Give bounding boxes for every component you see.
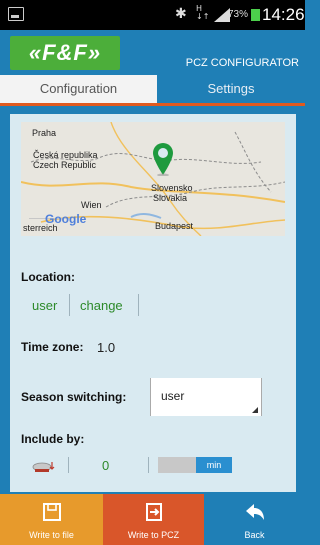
location-pin-icon [153,143,173,176]
action-bar: Write to file Write to PCZ Back [0,494,305,545]
status-bar: ✱ H ↓↑ 73% 14:26 [0,0,305,30]
toggle-min-label: min [196,457,232,473]
map-label-wien: Wien [81,200,102,210]
separator [148,457,149,473]
clock: 14:26 [262,5,305,24]
app-title: PCZ CONFIGURATOR [185,57,299,69]
map-label-budapest: Budapest [155,221,194,231]
brand-logo: «F&F» [10,36,120,70]
back-arrow-icon [245,504,264,520]
season-switching-label: Season switching: [21,390,127,404]
write-to-file-button[interactable]: Write to file [0,494,103,545]
screenshot-icon [8,7,24,21]
map-label-slovakia: Slovakia [153,193,188,203]
location-value: user [32,298,58,313]
map-label-praha: Praha [32,128,57,138]
map-label-czech: Czech Republic [33,160,97,170]
bluetooth-icon: ✱ [175,6,187,22]
separator [69,294,70,316]
separator [138,294,139,316]
battery-icon [251,9,260,21]
separator [68,457,69,473]
mobile-data-indicator: H ↓↑ [196,4,210,21]
location-label: Location: [21,270,75,284]
season-switching-select[interactable]: user [150,378,262,416]
time-zone-value[interactable]: 1.0 [97,340,115,355]
time-zone-label: Time zone: [21,340,84,354]
dropdown-corner-icon [252,407,258,413]
tab-bar: Configuration Settings [0,75,305,105]
write-to-pcz-label: Write to PCZ [127,530,180,540]
back-label: Back [244,530,265,540]
back-button[interactable]: Back [204,494,305,545]
export-icon [145,503,162,521]
include-by-label: Include by: [21,432,85,446]
light-sensor-icon [32,462,55,472]
tab-settings[interactable]: Settings [157,75,305,105]
unit-toggle[interactable]: min [158,457,232,473]
include-by-value[interactable]: 0 [102,458,109,473]
map-label-cesko: Česká republika [33,150,98,160]
change-location-link[interactable]: change [80,298,123,313]
location-map[interactable]: Praha Česká republika Czech Republic Wie… [21,122,285,236]
season-switching-value: user [161,389,185,403]
save-icon [42,503,61,521]
battery-percent: 73% [228,9,249,20]
write-to-pcz-button[interactable]: Write to PCZ [103,494,204,545]
map-label-slovensko: Slovensko [151,183,193,193]
google-logo: Google [45,212,87,226]
write-to-file-label: Write to file [29,530,74,540]
tab-configuration[interactable]: Configuration [0,75,157,105]
configuration-panel: Praha Česká republika Czech Republic Wie… [10,114,296,492]
